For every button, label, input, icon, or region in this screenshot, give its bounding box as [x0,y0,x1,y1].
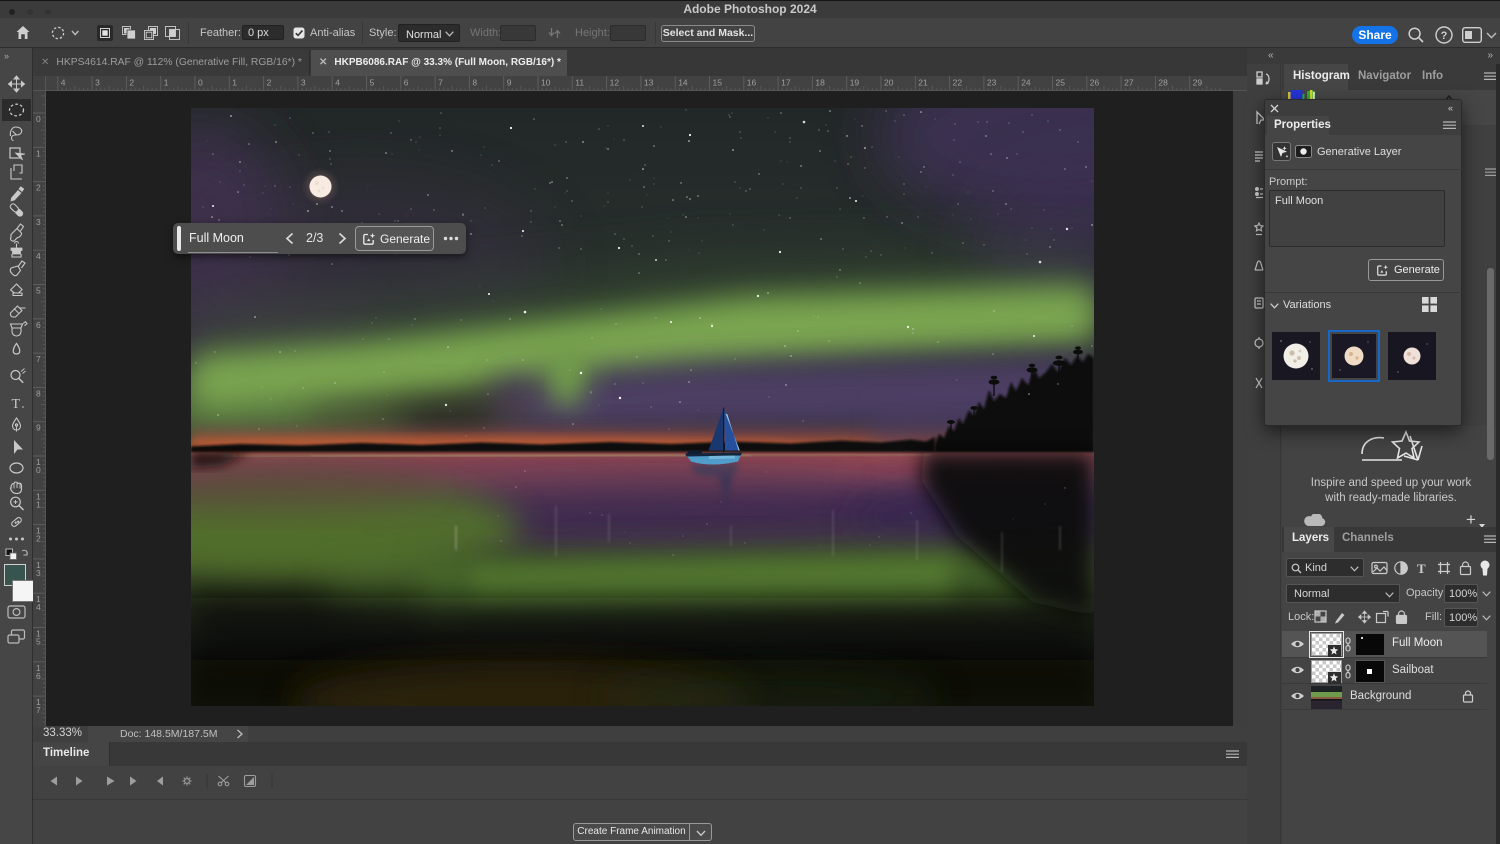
svg-text:12: 12 [610,78,620,88]
svg-text:5: 5 [36,286,41,296]
svg-text:3: 3 [301,78,306,88]
svg-text:14: 14 [678,78,688,88]
svg-text:3: 3 [36,217,41,227]
svg-text:24: 24 [1021,78,1031,88]
svg-text:7: 7 [438,78,443,88]
svg-text:21: 21 [918,78,928,88]
svg-text:2: 2 [36,534,41,544]
svg-text:8: 8 [36,388,41,398]
svg-text:15: 15 [713,78,723,88]
svg-text:4: 4 [61,78,66,88]
svg-text:0: 0 [36,465,41,475]
svg-text:1: 1 [164,78,169,88]
svg-text:19: 19 [850,78,860,88]
svg-text:10: 10 [541,78,551,88]
svg-text:23: 23 [987,78,997,88]
svg-text:4: 4 [335,78,340,88]
svg-text:7: 7 [36,354,41,364]
svg-text:13: 13 [644,78,654,88]
svg-text:28: 28 [1158,78,1168,88]
svg-text:5: 5 [370,78,375,88]
svg-text:7: 7 [36,705,41,715]
svg-text:4: 4 [36,602,41,612]
svg-text:2: 2 [36,183,41,193]
svg-text:9: 9 [36,423,41,433]
svg-text:9: 9 [507,78,512,88]
svg-text:1: 1 [36,499,41,509]
svg-text:T: T [1417,561,1426,576]
svg-text:29: 29 [1193,78,1203,88]
svg-text:T: T [12,397,21,412]
svg-text:2: 2 [267,78,272,88]
svg-text:2: 2 [129,78,134,88]
svg-text:6: 6 [36,320,41,330]
svg-text:6: 6 [36,671,41,681]
svg-text:0: 0 [198,78,203,88]
svg-text:17: 17 [781,78,791,88]
svg-text:25: 25 [1056,78,1066,88]
svg-text:6: 6 [404,78,409,88]
svg-text:22: 22 [953,78,963,88]
svg-text:8: 8 [472,78,477,88]
svg-text:?: ? [1441,30,1448,42]
svg-text:26: 26 [1090,78,1100,88]
svg-text:3: 3 [95,78,100,88]
svg-text:0: 0 [36,114,41,124]
svg-text:18: 18 [815,78,825,88]
svg-text:1: 1 [36,148,41,158]
svg-text:4: 4 [36,251,41,261]
svg-text:16: 16 [747,78,757,88]
svg-text:27: 27 [1124,78,1134,88]
svg-text:5: 5 [36,637,41,647]
svg-text:11: 11 [575,78,584,88]
svg-text:20: 20 [884,78,894,88]
svg-text:3: 3 [36,568,41,578]
svg-text:1: 1 [232,78,237,88]
